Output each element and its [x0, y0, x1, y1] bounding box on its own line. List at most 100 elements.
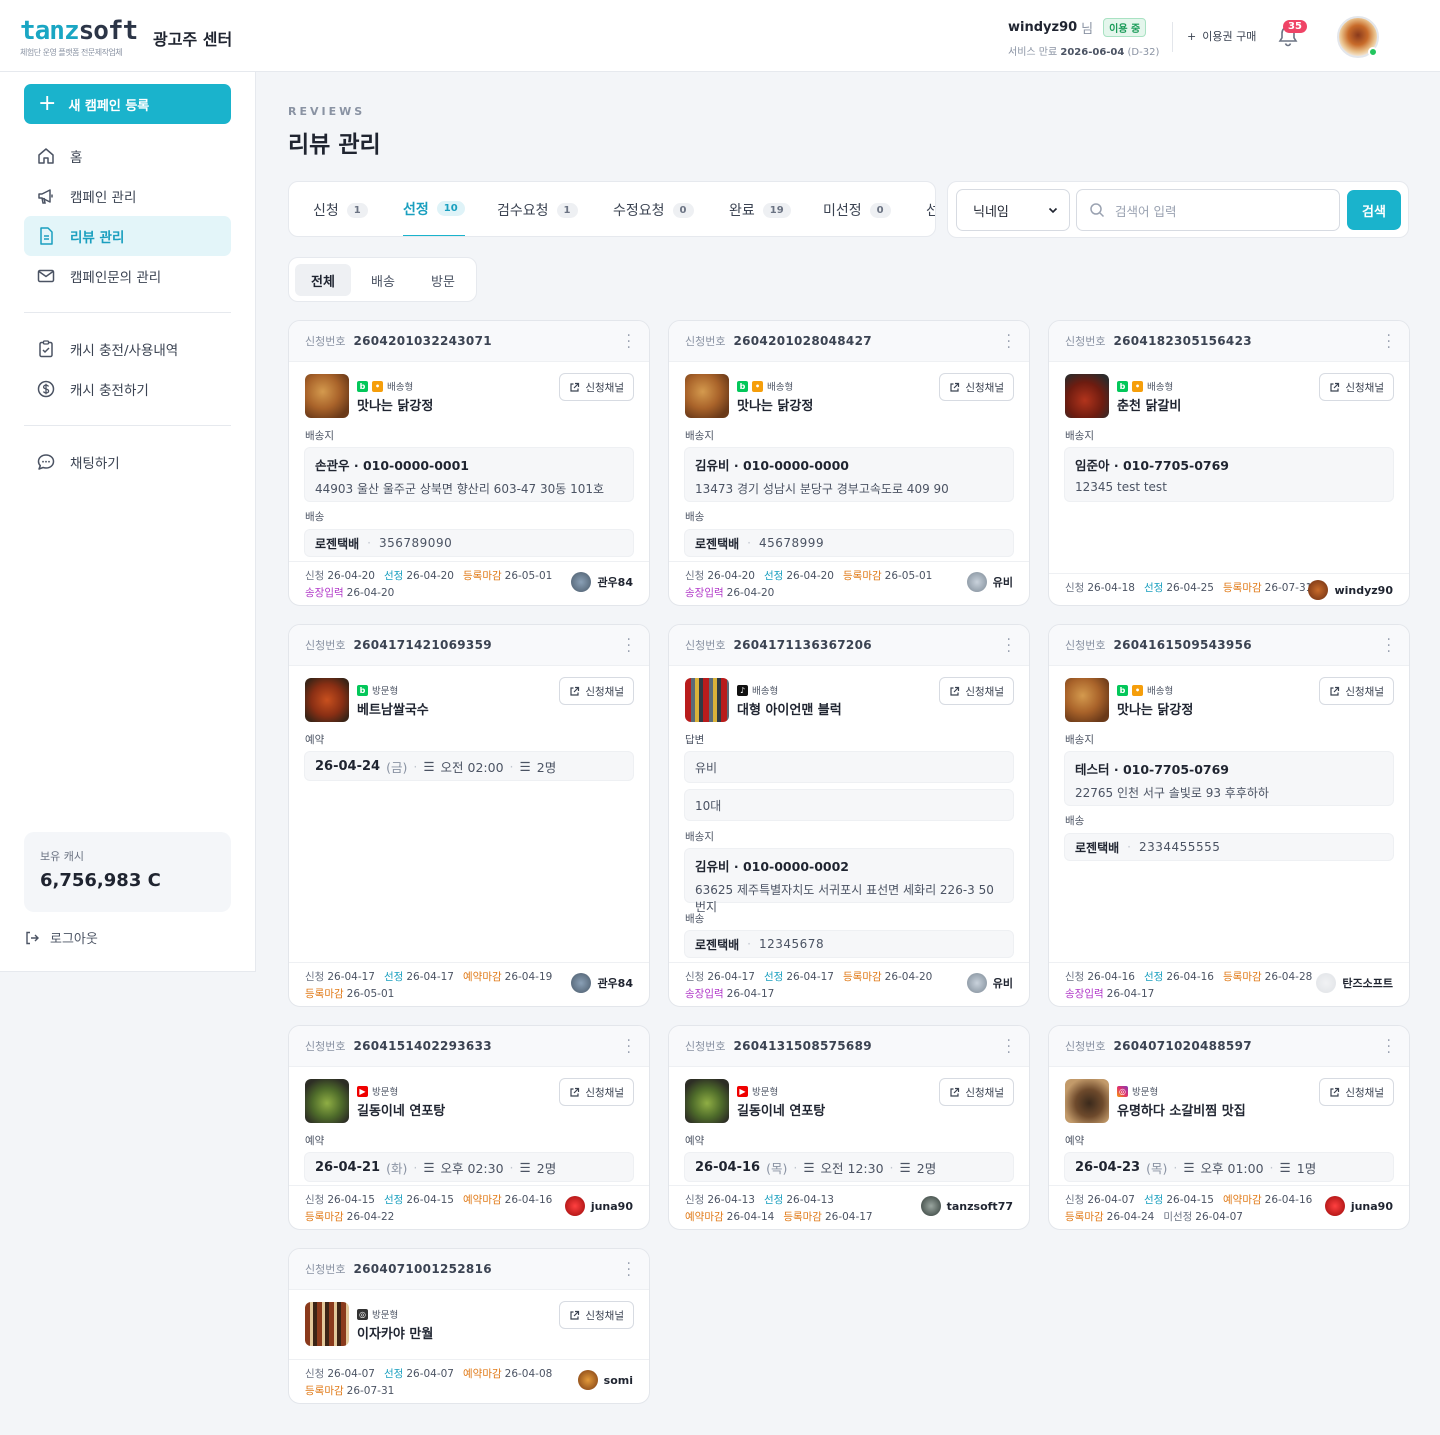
avatar: [966, 973, 987, 993]
more-options-icon[interactable]: · · ·: [627, 1257, 631, 1283]
reviewer[interactable]: 유비: [966, 572, 1013, 592]
channel-button[interactable]: 신청채널: [939, 1078, 1014, 1106]
search-input[interactable]: 검색어 입력: [1076, 189, 1340, 231]
campaign-name: 춘천 닭갈비: [1117, 399, 1182, 414]
filter-delivery[interactable]: 배송: [355, 264, 411, 296]
register-deadline-label: 등록마감: [843, 570, 882, 582]
campaign-type: ▶ 방문형: [357, 1084, 398, 1098]
reserve-deadline-label: 예약마감: [463, 971, 502, 983]
plus-icon: +: [1187, 29, 1197, 43]
sidebar-item-cash-charge[interactable]: 캐시 충전하기: [24, 369, 231, 409]
reviewer[interactable]: 유비: [966, 973, 1013, 993]
sidebar-item-label: 캠페인 관리: [70, 190, 137, 206]
channel-button[interactable]: 신청채널: [939, 677, 1014, 705]
channel-button[interactable]: 신청채널: [1319, 1078, 1394, 1106]
card-header: 신청번호 2604071020488597 · · ·: [1049, 1026, 1409, 1067]
answer-label: 답변: [685, 734, 705, 746]
tab-applied[interactable]: 신청 1: [313, 182, 368, 236]
dollar-icon: [37, 380, 55, 398]
review-card[interactable]: 신청번호 2604131508575689 · · · ▶ 방문형 길동이네 연포탕 신청…: [668, 1025, 1030, 1230]
ship-to-label: 배송지: [1065, 734, 1094, 746]
filter-visit[interactable]: 방문: [415, 264, 471, 296]
select-date: 26-04-07: [406, 1368, 454, 1380]
reviewer[interactable]: somi: [577, 1370, 633, 1390]
register-deadline: 26-04-24: [1106, 1211, 1155, 1223]
register-deadline: 26-05-01: [884, 570, 933, 582]
reserve-time: 오전 12:30: [820, 1160, 884, 1176]
sidebar-item-chat[interactable]: 채팅하기: [24, 442, 231, 482]
reservation-box: 26-04-16 (목) · ☰ 오전 12:30 · ☰ 2명: [684, 1152, 1014, 1182]
channel-button[interactable]: 신청채널: [559, 1078, 634, 1106]
tab-overflow[interactable]: 선: [926, 182, 935, 236]
reviewer[interactable]: 탄즈소프트: [1316, 973, 1393, 993]
app-no-label: 신청번호: [1065, 335, 1106, 348]
more-options-icon[interactable]: · · ·: [627, 633, 631, 659]
review-card[interactable]: 신청번호 2604071001252816 · · · ◎ 방문형 이자카야 만월 신청채…: [288, 1248, 650, 1404]
campaign-type: ♪ 배송형: [737, 683, 778, 697]
reviewer[interactable]: tanzsoft77: [920, 1196, 1013, 1216]
reviewer-name: tanzsoft77: [946, 1199, 1013, 1213]
review-card[interactable]: 신청번호 2604151402293633 · · · ▶ 방문형 길동이네 연포탕 신청…: [288, 1025, 650, 1230]
tab-completed[interactable]: 완료 19: [729, 182, 791, 236]
review-card[interactable]: 신청번호 2604161509543956 · · · b • 배송형 맛나는 닭강정 신청…: [1048, 624, 1410, 1007]
campaign-type: ◎ 방문형: [1117, 1084, 1158, 1098]
reviewer[interactable]: 관우84: [571, 973, 633, 993]
channel-button[interactable]: 신청채널: [559, 1301, 634, 1329]
tab-review-request[interactable]: 검수요청 1: [497, 182, 578, 236]
more-options-icon[interactable]: · · ·: [1387, 1034, 1391, 1060]
review-card[interactable]: 신청번호 2604201028048427 · · · b • 배송형 맛나는 닭강정 신청…: [668, 320, 1030, 606]
more-options-icon[interactable]: · · ·: [1007, 633, 1011, 659]
reserve-time: 오후 02:30: [440, 1160, 504, 1176]
app-no: 2604161509543956: [1113, 638, 1252, 652]
more-options-icon[interactable]: · · ·: [1007, 1034, 1011, 1060]
sidebar-item-home[interactable]: 홈: [24, 136, 231, 176]
channel-button[interactable]: 신청채널: [939, 373, 1014, 401]
tab-selected[interactable]: 선정 10: [403, 182, 465, 236]
sidebar-divider: [24, 425, 231, 426]
sidebar-item-reviews[interactable]: 리뷰 관리: [24, 216, 231, 256]
channel-button[interactable]: 신청채널: [1319, 373, 1394, 401]
sidebar-item-campaigns[interactable]: 캠페인 관리: [24, 176, 231, 216]
select-label: 선정: [764, 1194, 784, 1206]
apply-date: 26-04-17: [707, 971, 755, 983]
more-options-icon[interactable]: · · ·: [627, 1034, 631, 1060]
tracking-input-label: 송장입력: [305, 587, 344, 599]
reviewer[interactable]: 관우84: [571, 572, 633, 592]
search-field-select[interactable]: 닉네임: [956, 189, 1070, 231]
logout-button[interactable]: 로그아웃: [24, 928, 98, 947]
reserve-deadline-label: 예약마감: [1223, 1194, 1262, 1206]
product-thumbnail: [685, 678, 729, 722]
sidebar-item-inquiries[interactable]: 캠페인문의 관리: [24, 256, 231, 296]
search-button[interactable]: 검색: [1347, 190, 1401, 230]
more-options-icon[interactable]: · · ·: [1007, 329, 1011, 355]
review-card[interactable]: 신청번호 2604071020488597 · · · ◎ 방문형 유명하다 소갈비찜 맛…: [1048, 1025, 1410, 1230]
channel-button[interactable]: 신청채널: [559, 677, 634, 705]
buy-pass-button[interactable]: + 이용권 구매: [1187, 28, 1256, 44]
tab-label: 검수요청: [497, 203, 549, 219]
service-date: 2026-06-04: [1060, 47, 1125, 58]
brand-logo[interactable]: tanzsoft 체험단 운영 플랫폼 전문제작업체: [20, 18, 138, 58]
answer-text: 유비: [695, 760, 718, 775]
tab-edit-request[interactable]: 수정요청 0: [613, 182, 694, 236]
sidebar-item-cash-history[interactable]: 캐시 충전/사용내역: [24, 329, 231, 369]
reviewer[interactable]: windyz90: [1308, 580, 1393, 600]
app-no-label: 신청번호: [685, 335, 726, 348]
tab-unselected[interactable]: 미선정 0: [823, 182, 891, 236]
app-no-label: 신청번호: [1065, 639, 1106, 652]
review-card[interactable]: 신청번호 2604201032243071 · · · b • 배송형 맛나는 닭강정 신청…: [288, 320, 650, 606]
new-campaign-button[interactable]: + 새 캠페인 등록: [24, 84, 231, 124]
channel-button[interactable]: 신청채널: [1319, 677, 1394, 705]
more-options-icon[interactable]: · · ·: [1387, 329, 1391, 355]
more-options-icon[interactable]: · · ·: [627, 329, 631, 355]
review-card[interactable]: 신청번호 2604171136367206 · · · ♪ 배송형 대형 아이언맨 블럭 …: [668, 624, 1030, 1007]
logo-tagline: 체험단 운영 플랫폼 전문제작업체: [20, 48, 123, 57]
channel-button[interactable]: 신청채널: [559, 373, 634, 401]
tracking-box: 로젠택배 · 45678999: [684, 529, 1014, 557]
new-campaign-label: 새 캠페인 등록: [68, 98, 150, 114]
review-card[interactable]: 신청번호 2604182305156423 · · · b • 배송형 춘천 닭갈비 신청채…: [1048, 320, 1410, 606]
review-card[interactable]: 신청번호 2604171421069359 · · · b 방문형 베트남쌀국수 신청채널…: [288, 624, 650, 1007]
more-options-icon[interactable]: · · ·: [1387, 633, 1391, 659]
reviewer[interactable]: juna90: [1324, 1196, 1393, 1216]
reviewer[interactable]: juna90: [564, 1196, 633, 1216]
filter-all[interactable]: 전체: [295, 264, 351, 296]
